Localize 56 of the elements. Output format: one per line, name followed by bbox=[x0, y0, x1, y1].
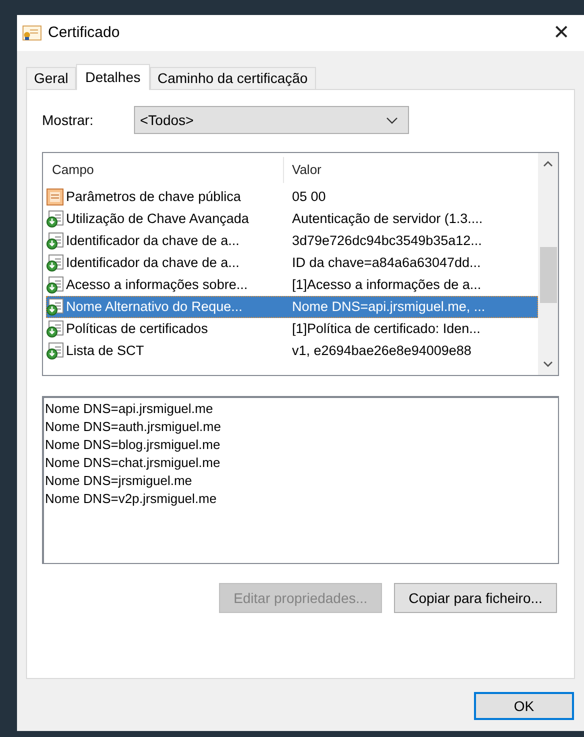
table-row[interactable]: Utilização de Chave Avançada Autenticação de servidor (1.3.... bbox=[46, 208, 538, 230]
text-line: Nome DNS=auth.jrsmiguel.me bbox=[45, 418, 222, 436]
ok-button[interactable]: OK bbox=[474, 692, 574, 720]
table-row[interactable]: Políticas de certificados [1]Política de certificado: Iden... bbox=[46, 318, 538, 340]
table-row[interactable]: Parâmetros de chave pública 05 00 bbox=[46, 186, 538, 208]
table-cell-text: Acesso a informações sobre... bbox=[66, 276, 248, 294]
table-cell-text: Autenticação de servidor (1.3.... bbox=[291, 210, 483, 228]
scroll-down-icon[interactable] bbox=[543, 361, 553, 367]
table-row[interactable]: Identificador da chave de a... 3d79e726dc94bc3549b35a12... bbox=[46, 230, 538, 252]
column-header[interactable]: Valor bbox=[284, 157, 538, 183]
table-cell-text: Lista de SCT bbox=[66, 342, 144, 360]
table-row[interactable]: Acesso a informações sobre... [1]Acesso a informações de a... bbox=[46, 274, 538, 296]
table-row[interactable]: Lista de SCT v1, e2694bae26e8e94009e88 bbox=[46, 340, 538, 362]
document-download-icon bbox=[46, 342, 64, 360]
table-row[interactable]: Identificador da chave de a... ID da chave=a84a6a63047dd... bbox=[46, 252, 538, 274]
table-cell-text: [1]Política de certificado: Iden... bbox=[291, 320, 480, 338]
table-cell-text: v1, e2694bae26e8e94009e88 bbox=[291, 342, 472, 360]
table-cell-text: Utilização de Chave Avançada bbox=[66, 210, 249, 228]
text-line: Nome DNS=api.jrsmiguel.me bbox=[45, 400, 214, 418]
close-button[interactable]: ✕ bbox=[549, 23, 574, 43]
table-cell-text: 05 00 bbox=[291, 188, 326, 206]
tab[interactable]: Geral bbox=[26, 67, 76, 89]
table-row[interactable]: Nome Alternativo do Reque... Nome DNS=api.jrsmiguel.me, ... bbox=[46, 296, 538, 318]
text-line: Nome DNS=v2p.jrsmiguel.me bbox=[45, 490, 218, 508]
scrollbar-thumb[interactable] bbox=[540, 247, 556, 303]
table-cell-text: 3d79e726dc94bc3549b35a12... bbox=[291, 232, 482, 250]
document-icon bbox=[46, 188, 64, 206]
document-download-icon bbox=[46, 210, 64, 228]
document-download-icon bbox=[46, 232, 64, 250]
text-line: Nome DNS=chat.jrsmiguel.me bbox=[45, 454, 222, 472]
document-download-icon bbox=[46, 254, 64, 272]
column-header[interactable]: Campo bbox=[46, 157, 284, 183]
tab[interactable]: Caminho da certificação bbox=[150, 67, 316, 89]
table-cell-text: Políticas de certificados bbox=[66, 320, 208, 338]
text-line: Nome DNS=jrsmiguel.me bbox=[45, 472, 194, 490]
table-cell-text: Identificador da chave de a... bbox=[66, 254, 240, 272]
table-cell-text: Nome Alternativo do Reque... bbox=[66, 298, 242, 316]
chevron-down-icon bbox=[386, 116, 398, 124]
table-cell-text: Nome DNS=api.jrsmiguel.me, ... bbox=[291, 298, 486, 316]
show-dropdown[interactable]: <Todos> bbox=[134, 106, 409, 134]
table-cell-text: Parâmetros de chave pública bbox=[66, 188, 241, 206]
table-cell-text: [1]Acesso a informações de a... bbox=[291, 276, 482, 294]
table-cell-text: Identificador da chave de a... bbox=[66, 232, 240, 250]
scroll-up-icon[interactable] bbox=[543, 161, 553, 167]
action-button[interactable]: Copiar para ficheiro... bbox=[394, 583, 557, 613]
document-download-icon bbox=[46, 320, 64, 338]
window-title: Certificado bbox=[48, 22, 120, 43]
document-download-icon bbox=[46, 276, 64, 294]
show-label: Mostrar: bbox=[42, 110, 94, 130]
document-download-icon bbox=[46, 298, 64, 316]
scrollbar[interactable] bbox=[538, 153, 558, 375]
text-line: Nome DNS=blog.jrsmiguel.me bbox=[45, 436, 222, 454]
detail-text-box[interactable]: Nome DNS=api.jrsmiguel.me Nome DNS=auth.jrsmiguel.me Nome DNS=blog.jrsmiguel.me Nome DNS=chat.jrsmiguel.me Nome DNS=jrsmiguel.me Nome DNS=v2p.jrsmiguel.me bbox=[42, 396, 559, 564]
tab[interactable]: Detalhes bbox=[76, 64, 150, 90]
certificate-icon bbox=[22, 25, 42, 41]
table-cell-text: ID da chave=a84a6a63047dd... bbox=[291, 254, 481, 272]
